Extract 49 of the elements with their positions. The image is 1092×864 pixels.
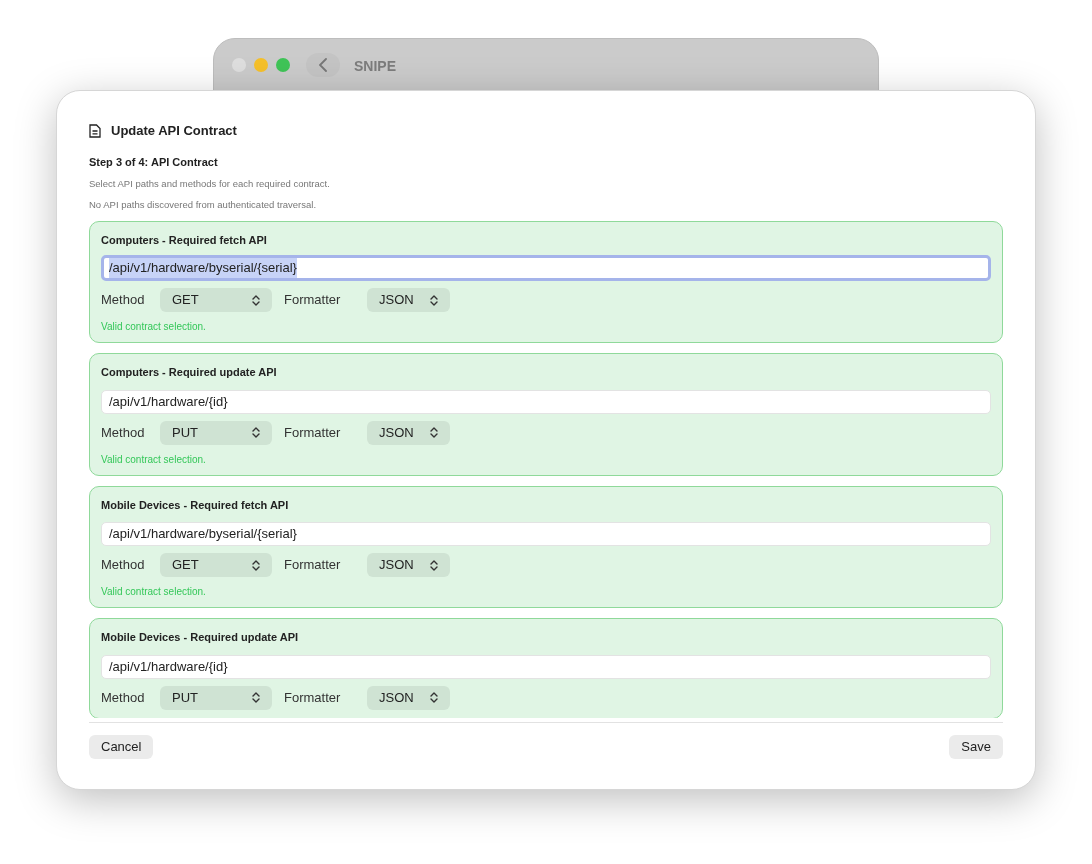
formatter-label: Formatter — [284, 556, 342, 575]
formatter-select[interactable]: JSON — [367, 288, 450, 312]
path-input[interactable]: /api/v1/hardware/{id} — [101, 389, 991, 414]
formatter-select[interactable]: JSON — [367, 553, 450, 577]
method-label: Method — [101, 291, 146, 310]
path-value: /api/v1/hardware/byserial/{serial} — [109, 525, 297, 544]
chevron-left-icon — [319, 58, 327, 72]
save-button[interactable]: Save — [949, 735, 1003, 759]
contract-title: Mobile Devices - Required fetch API — [101, 497, 290, 513]
document-icon — [89, 123, 101, 138]
contract-title: Mobile Devices - Required update API — [101, 630, 300, 645]
validation-message: Valid contract selection. — [101, 585, 207, 599]
validation-message: Valid contract selection. — [101, 452, 207, 467]
formatter-select[interactable]: JSON — [367, 685, 450, 710]
step-label: Step 3 of 4: API Contract — [89, 154, 219, 170]
method-label: Method — [101, 556, 146, 575]
path-value: /api/v1/hardware/byserial/{serial} — [109, 258, 297, 278]
method-select[interactable]: GET — [160, 288, 272, 312]
path-value: /api/v1/hardware/{id} — [109, 657, 228, 676]
method-select[interactable]: PUT — [160, 685, 272, 710]
contract-title: Computers - Required fetch API — [101, 232, 268, 248]
formatter-label: Formatter — [284, 688, 342, 707]
method-label: Method — [101, 688, 146, 707]
formatter-select[interactable]: JSON — [367, 420, 450, 445]
chevron-up-down-icon — [430, 559, 438, 571]
path-input[interactable]: /api/v1/hardware/{id} — [101, 654, 991, 679]
back-button[interactable] — [306, 53, 340, 77]
method-select[interactable]: GET — [160, 553, 272, 577]
chevron-up-down-icon — [252, 692, 260, 703]
dialog-title: Update API Contract — [111, 122, 237, 140]
formatter-label: Formatter — [284, 291, 342, 310]
formatter-label: Formatter — [284, 423, 342, 442]
method-select[interactable]: PUT — [160, 420, 272, 445]
validation-message: Valid contract selection. — [101, 320, 207, 334]
chevron-up-down-icon — [252, 294, 260, 306]
hint-text: No API paths discovered from authenticated traversal. — [89, 198, 318, 213]
chevron-up-down-icon — [252, 559, 260, 571]
contract-title: Computers - Required update API — [101, 365, 278, 380]
chevron-up-down-icon — [252, 427, 260, 438]
hint-text: Select API paths and methods for each required contract. — [89, 177, 331, 191]
method-label: Method — [101, 423, 146, 442]
path-value: /api/v1/hardware/{id} — [109, 392, 228, 411]
cancel-button[interactable]: Cancel — [89, 735, 154, 759]
window-title: SNIPE — [354, 57, 396, 76]
chevron-up-down-icon — [430, 692, 438, 703]
path-input[interactable]: /api/v1/hardware/byserial/{serial} — [101, 522, 991, 546]
chevron-up-down-icon — [430, 294, 438, 306]
path-input[interactable]: /api/v1/hardware/byserial/{serial} — [101, 255, 991, 281]
chevron-up-down-icon — [430, 427, 438, 438]
